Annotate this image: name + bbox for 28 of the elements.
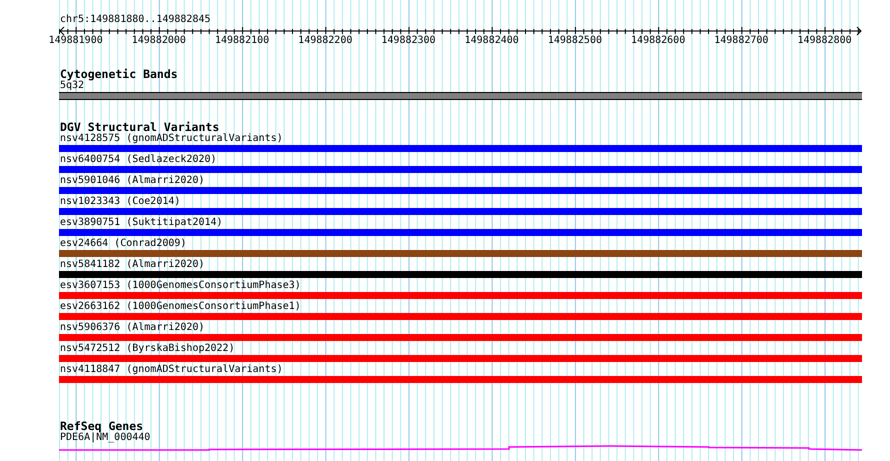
variant-label: nsv6400754 (Sedlazeck2020)	[59, 154, 217, 166]
tick-label: 149882400	[464, 35, 520, 47]
variant-label: esv3607153 (1000GenomesConsortiumPhase3)	[59, 280, 301, 292]
tick-label: 149881900	[48, 35, 104, 47]
variant-label: esv3890751 (Suktitipat2014)	[59, 217, 223, 229]
variant-label: nsv5901046 (Almarri2020)	[59, 175, 204, 187]
variant-label: nsv4118847 (gnomADStructuralVariants)	[59, 364, 283, 376]
variant-label: nsv5906376 (Almarri2020)	[59, 322, 204, 334]
variant-label: esv2663162 (1000GenomesConsortiumPhase1)	[59, 301, 301, 313]
variant-label: nsv4128575 (gnomADStructuralVariants)	[59, 133, 283, 145]
track-title: DGV Structural Variants	[59, 121, 220, 133]
tick-label: 149882800	[796, 35, 853, 47]
tick-label: 149882500	[546, 35, 603, 47]
tick-label: 149882600	[630, 35, 686, 47]
variant-label: nsv5472512 (ByrskaBishop2022)	[59, 343, 235, 355]
tick-label: 149882700	[713, 35, 770, 47]
tick-label: 149882000	[130, 35, 187, 47]
band-label: 5q32	[59, 80, 84, 92]
gene-label: PDE6A|NM_000440	[59, 432, 150, 444]
track-title: Cytogenetic Bands	[59, 68, 178, 80]
track-title: RefSeq Genes	[59, 420, 144, 432]
tick-label: 149882100	[214, 35, 270, 47]
tick-label: 149882300	[380, 35, 437, 47]
variant-label: esv24664 (Conrad2009)	[59, 238, 186, 250]
region-label: chr5:149881880..149882845	[59, 14, 211, 26]
variant-label: nsv5841182 (Almarri2020)	[59, 259, 204, 271]
variant-label: nsv1023343 (Coe2014)	[59, 196, 180, 208]
tick-label: 149882200	[297, 35, 354, 47]
